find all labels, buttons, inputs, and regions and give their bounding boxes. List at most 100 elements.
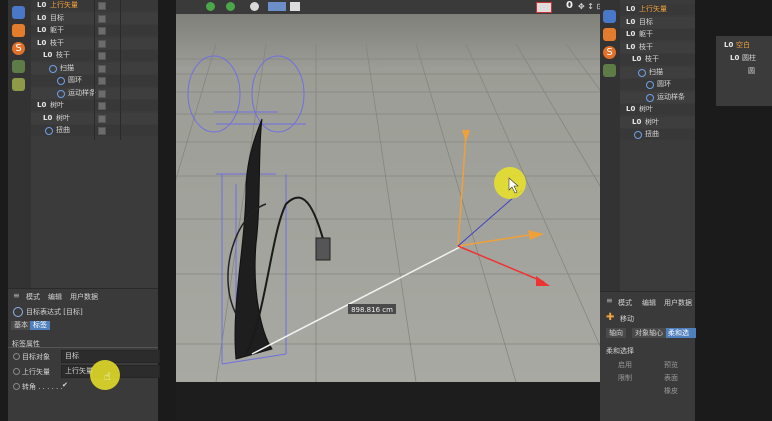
null-object-icon: L0 [626,30,636,38]
section-divider [8,347,158,348]
tab-tag[interactable]: 标签 [30,321,50,330]
tree-row[interactable]: L0 躯干 [620,29,695,40]
left-column-divider [94,0,95,140]
hamburger-icon[interactable]: ≡ [606,296,613,305]
tree-row[interactable]: 扫描 [620,66,695,78]
object-type-icon [646,93,654,102]
frame-value: 0 [566,0,573,11]
visibility-toggle[interactable] [98,2,106,10]
camera-rotate-icon[interactable] [226,2,235,11]
tab-object-axis[interactable]: 对象轴心 [632,328,666,338]
tree-item-label: 运动样条 [68,88,96,97]
tree-row[interactable]: 圆环 [620,79,695,90]
tree-item-label: 目标 [639,17,653,26]
radio-icon[interactable] [13,383,20,390]
layout-view-icon[interactable] [290,2,300,11]
option-surface[interactable]: 表面 [664,373,678,383]
visibility-toggle[interactable] [98,77,106,85]
attr-menu-userdata[interactable]: 用户数据 [70,292,98,302]
tool-title: 移动 [620,315,634,323]
spline-tool-icon[interactable]: S [12,42,25,55]
null-object-icon: L0 [37,38,47,47]
visibility-toggle[interactable] [98,102,106,110]
tree-row[interactable]: L0 枝干 [620,54,695,65]
field-label-up-vector: 上行矢量 [22,368,50,376]
move-tool-icon: ✚ [606,312,615,323]
right-menu-mode[interactable]: 模式 [618,298,632,308]
attr-menu-mode[interactable]: 模式 [26,292,40,302]
visibility-toggle[interactable] [98,39,106,48]
radio-icon[interactable] [13,368,20,375]
null-object-icon: L0 [43,113,53,122]
tree-item-label: 扫描 [649,67,663,76]
object-type-icon [57,77,65,85]
tree-item-label: 上行矢量 [639,5,667,13]
tree-item-label: 扭曲 [56,126,70,134]
cursor-pointer-icon: ☝ [104,370,111,383]
option-preview[interactable]: 预览 [664,360,678,370]
hamburger-icon[interactable]: ≡ [13,291,20,300]
tree-item-label: 圆柱 [742,54,756,62]
null-object-icon: L0 [730,54,740,62]
option-rubber[interactable]: 橡皮 [664,386,678,396]
tree-item-label: 圆 [748,67,755,75]
tree-row[interactable]: 圆 [720,66,772,77]
tab-soft-selection[interactable]: 柔和选择 [666,328,696,338]
null-object-icon: L0 [724,41,734,49]
null-object-icon: L0 [43,51,53,59]
tree-row[interactable]: L0 目标 [620,16,695,28]
tree-row[interactable]: L0 树叶 [620,104,695,115]
null-object-icon: L0 [626,5,636,13]
visibility-toggle[interactable] [98,52,106,60]
camera-nav-icon[interactable] [206,2,215,11]
tree-item-label: 目标 [50,13,64,22]
rotate-checkbox[interactable]: ✔ [62,381,68,389]
3d-viewport[interactable]: 898.816 cm [176,14,600,382]
right-toolbar [600,0,620,291]
tree-row[interactable]: L0 空白 [720,40,772,51]
attr-menu-edit[interactable]: 编辑 [48,292,62,302]
tree-row[interactable]: L0 上行矢量 [620,4,695,15]
tree-item-label: 空白 [736,41,750,49]
option-limit[interactable]: 限制 [618,373,632,383]
tree-row[interactable]: 运动样条 [620,91,695,103]
right-menu-userdata[interactable]: 用户数据 [664,298,692,308]
tree-row[interactable]: L0 树叶 [620,116,695,128]
option-enable[interactable]: 启用 [618,360,632,370]
tree-row[interactable] [720,79,772,90]
visibility-toggle[interactable] [98,14,106,23]
material-tool-icon[interactable] [603,64,616,77]
null-object-icon: L0 [37,26,47,34]
null-object-icon: L0 [626,42,636,51]
visibility-toggle[interactable] [98,27,106,35]
tree-row[interactable]: L0 枝干 [620,41,695,53]
scene-tool-icon[interactable] [12,78,25,91]
camera-zoom-icon[interactable] [250,2,259,11]
tree-row[interactable]: 扭曲 [620,129,695,140]
null-object-icon: L0 [626,17,636,26]
tree-row[interactable]: L0 圆柱 [720,53,772,64]
deformer-tool-icon[interactable] [603,28,616,41]
null-object-icon: L0 [632,55,642,63]
object-type-icon [45,127,53,135]
cube-tool-icon[interactable] [603,10,616,23]
null-object-icon: L0 [37,1,47,9]
right-menu-edit[interactable]: 编辑 [642,298,656,308]
visibility-toggle[interactable] [98,114,106,123]
cube-tool-icon[interactable] [12,6,25,19]
material-tool-icon[interactable] [12,60,25,73]
spline-tool-icon[interactable]: S [603,46,616,59]
null-object-icon: L0 [632,117,642,126]
visibility-toggle[interactable] [98,64,106,73]
visibility-toggle[interactable] [98,127,106,135]
visibility-toggle[interactable] [98,89,106,98]
tree-item-label: 圆环 [657,80,671,88]
grid-view-icon[interactable] [268,2,286,11]
tree-item-label: 扫描 [60,63,74,72]
radio-icon[interactable] [13,353,20,360]
deformer-tool-icon[interactable] [12,24,25,37]
tab-basic[interactable]: 基本 [11,321,31,330]
record-icon[interactable] [536,2,552,13]
tab-axis[interactable]: 轴向 [606,328,626,338]
field-label-rotate: 转角 . . . . . . [22,383,63,391]
